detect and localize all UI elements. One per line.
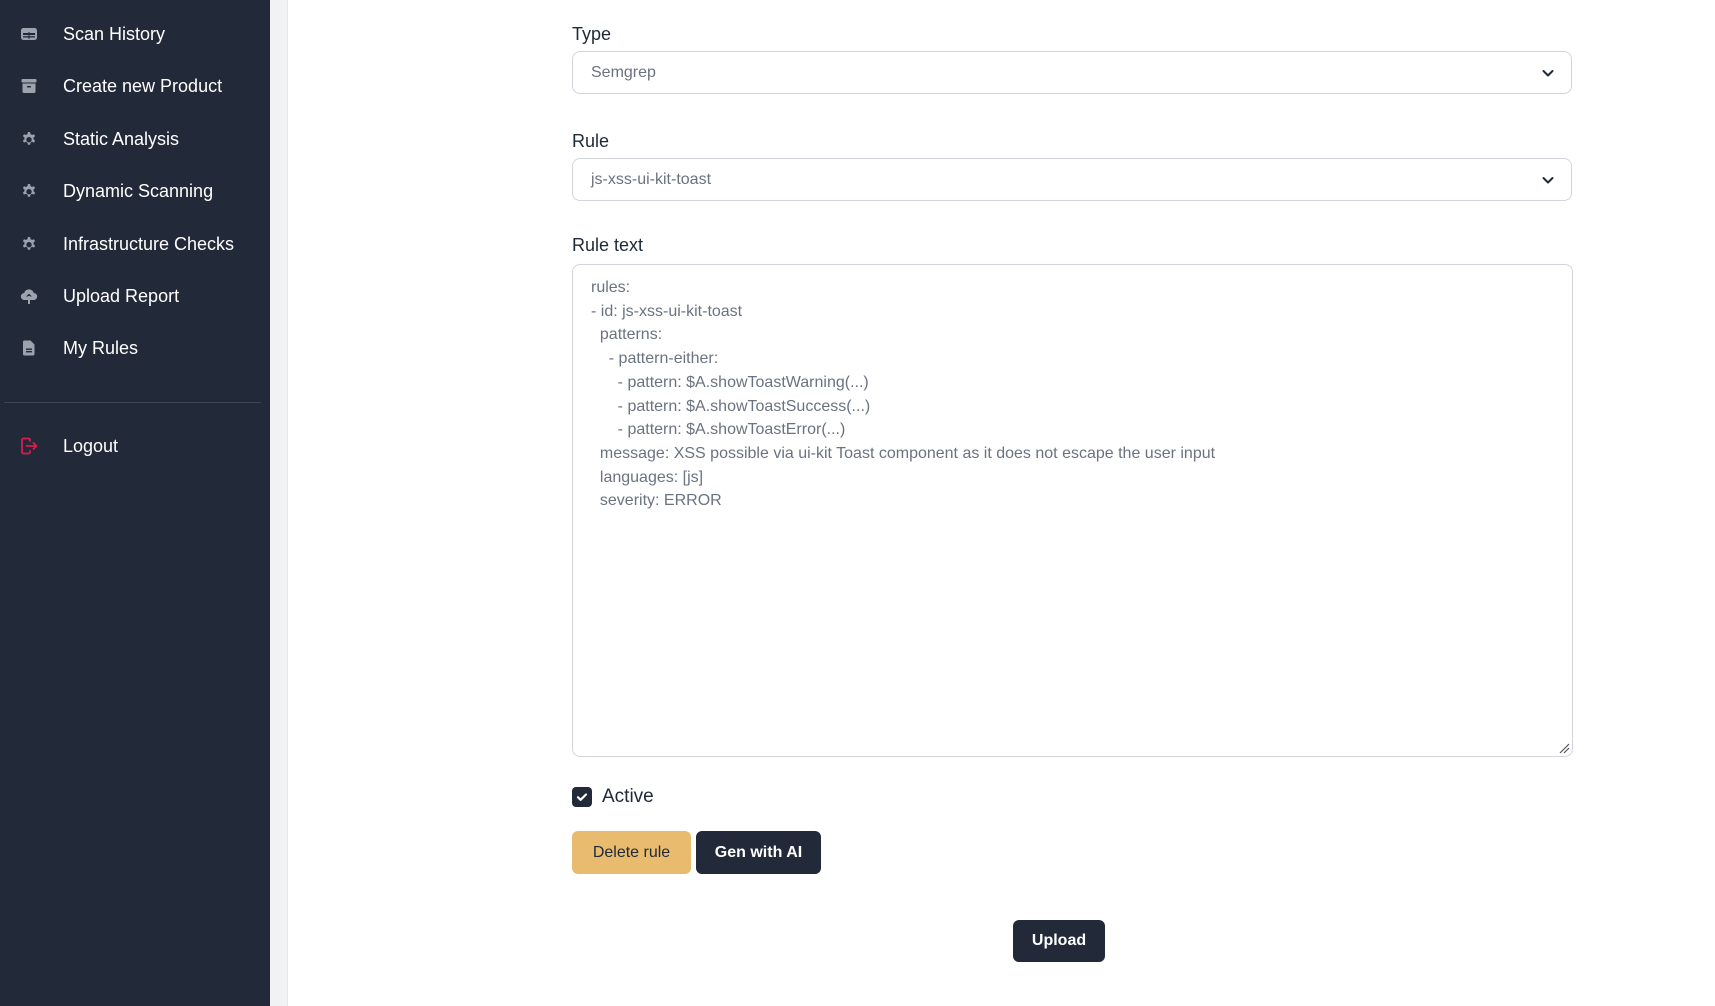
chevron-down-icon [1542,70,1554,77]
sidebar-item-label: Infrastructure Checks [63,234,235,254]
chevron-down-icon [1542,177,1554,184]
sidebar-item-upload-report[interactable]: Upload Report [0,275,270,315]
rule-text-textarea[interactable]: rules: - id: js-xss-ui-kit-toast pattern… [572,264,1573,757]
sidebar-item-label: Scan History [63,24,166,44]
sidebar-item-label: Dynamic Scanning [63,181,214,201]
logout-icon [19,436,39,456]
active-label: Active [602,786,654,807]
gen-with-ai-button[interactable]: Gen with AI [696,831,821,874]
rule-text-content: rules: - id: js-xss-ui-kit-toast pattern… [591,279,1216,510]
sidebar-item-label: Upload Report [63,286,180,306]
archive-box-icon [19,76,39,96]
sidebar-item-label: Create new Product [63,76,223,96]
sidebar-item-create-new-product[interactable]: Create new Product [0,65,270,105]
type-label: Type [572,24,612,44]
active-checkbox[interactable] [572,787,592,807]
table-icon [19,24,39,44]
sidebar-item-logout[interactable]: Logout [0,425,270,465]
rule-select-value: js-xss-ui-kit-toast [591,171,712,188]
type-select-value: Semgrep [591,64,656,81]
gear-icon [19,181,39,201]
sidebar-item-label: My Rules [63,338,139,358]
sidebar: Scan History Create new Product Static A… [0,0,270,1006]
rule-text-label: Rule text [572,235,644,255]
document-icon [19,338,39,358]
sidebar-item-dynamic-scanning[interactable]: Dynamic Scanning [0,170,270,210]
sidebar-item-label: Logout [63,436,119,456]
type-select[interactable]: Semgrep [572,51,1572,94]
content-gutter [270,0,288,1006]
sidebar-item-label: Static Analysis [63,129,180,149]
sidebar-item-infrastructure-checks[interactable]: Infrastructure Checks [0,223,270,263]
sidebar-item-static-analysis[interactable]: Static Analysis [0,118,270,158]
gear-icon [19,234,39,254]
rule-label: Rule [572,131,610,151]
rule-select[interactable]: js-xss-ui-kit-toast [572,158,1572,201]
sidebar-separator [4,402,261,403]
cloud-upload-icon [19,286,39,306]
gear-icon [19,129,39,149]
delete-rule-button[interactable]: Delete rule [572,831,691,874]
sidebar-item-scan-history[interactable]: Scan History [0,13,270,53]
sidebar-item-my-rules[interactable]: My Rules [0,327,270,367]
upload-button[interactable]: Upload [1013,920,1105,962]
resize-handle-icon[interactable] [1559,743,1570,754]
check-icon [576,793,588,801]
